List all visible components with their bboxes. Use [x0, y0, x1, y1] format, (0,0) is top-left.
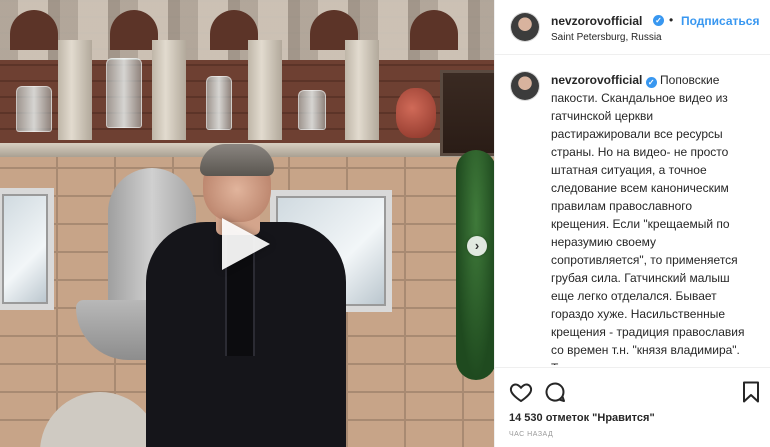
post-timestamp[interactable]: ЧАС НАЗАД — [509, 431, 553, 438]
red-head-sculpture — [396, 88, 436, 138]
green-plant — [456, 150, 494, 380]
specimen-jar — [206, 76, 232, 130]
stone-column — [58, 40, 92, 140]
caption-username[interactable]: nevzorovofficial — [551, 73, 642, 87]
wall-mirror — [0, 188, 54, 310]
likes-count[interactable]: 14 530 отметок "Нравится" — [509, 412, 655, 424]
caption-text: nevzorovofficial ✓ Поповские пакости. Ск… — [551, 71, 751, 365]
verified-badge-icon: ✓ — [645, 77, 657, 88]
post-media[interactable]: › — [0, 0, 494, 447]
verified-badge-icon: ✓ — [653, 15, 664, 26]
post-actions: 14 530 отметок "Нравится" ЧАС НАЗАД — [495, 367, 770, 447]
specimen-jar — [298, 90, 326, 130]
stone-column — [248, 40, 282, 140]
avatar[interactable] — [511, 13, 539, 41]
bookmark-icon[interactable] — [739, 380, 763, 404]
caption-avatar[interactable] — [511, 72, 539, 100]
comments-area[interactable]: nevzorovofficial ✓ Поповские пакости. Ск… — [495, 55, 770, 365]
follow-button[interactable]: Подписаться — [681, 14, 759, 28]
comment-icon[interactable] — [543, 380, 567, 404]
chevron-right-icon[interactable]: › — [467, 236, 487, 256]
post-side-panel: nevzorovofficial ✓ • Подписаться Saint P… — [494, 0, 770, 447]
caption-body: Поповские пакости. Скандальное видео из … — [551, 73, 745, 365]
author-username[interactable]: nevzorovofficial — [551, 14, 642, 28]
separator-dot: • — [669, 13, 674, 27]
post-header: nevzorovofficial ✓ • Подписаться Saint P… — [495, 0, 770, 55]
wall-lamp — [440, 70, 494, 156]
arch — [10, 10, 58, 50]
arch — [410, 10, 458, 50]
heart-icon[interactable] — [509, 380, 533, 404]
play-icon[interactable] — [222, 218, 270, 270]
location-link[interactable]: Saint Petersburg, Russia — [551, 32, 662, 43]
specimen-jar — [106, 58, 142, 128]
stone-column — [345, 40, 379, 140]
arch — [110, 10, 158, 50]
specimen-jar — [16, 86, 52, 132]
man-hair — [200, 144, 274, 176]
stone-column — [152, 40, 186, 140]
